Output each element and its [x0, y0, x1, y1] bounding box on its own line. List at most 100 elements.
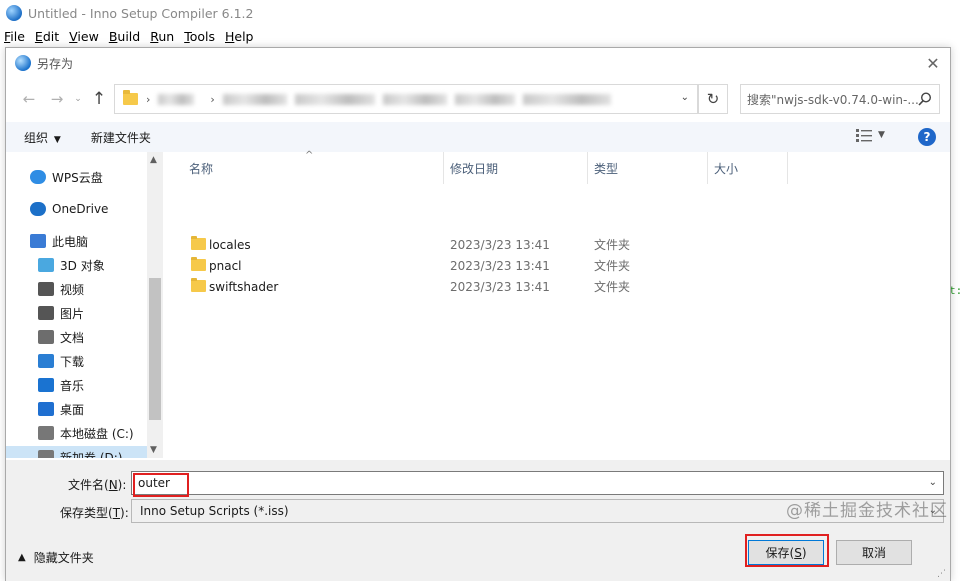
- nav-item-drive-d[interactable]: 新加卷 (D:): [6, 446, 147, 458]
- nav-item-video[interactable]: 视频: [6, 278, 147, 300]
- nav-item-label: 音乐: [60, 378, 85, 393]
- address-dropdown-chevron-icon[interactable]: ⌄: [681, 92, 689, 103]
- filename-label: 文件名(N):: [68, 476, 126, 493]
- nav-item-label: 此电脑: [52, 234, 89, 249]
- app-menubar: File Edit View Build Run Tools Help: [0, 26, 960, 46]
- breadcrumb-segment-redacted[interactable]: [158, 93, 195, 105]
- menu-edit[interactable]: Edit: [35, 29, 59, 44]
- menu-run[interactable]: Run: [150, 29, 174, 44]
- file-row[interactable]: pnacl 2023/3/23 13:41 文件夹: [163, 255, 950, 276]
- download-icon: [38, 354, 54, 368]
- nav-item-label: 图片: [60, 306, 85, 321]
- search-icon[interactable]: [917, 91, 933, 107]
- column-header-type[interactable]: 类型: [594, 160, 618, 177]
- resize-grip-icon[interactable]: ⋰: [937, 569, 946, 579]
- column-header-name[interactable]: 名称: [189, 160, 213, 177]
- column-divider[interactable]: [587, 152, 588, 184]
- breadcrumb-segment-redacted[interactable]: [454, 93, 515, 105]
- nav-item-computer[interactable]: 此电脑: [6, 230, 147, 252]
- music-icon: [38, 378, 54, 392]
- organize-label: 组织: [24, 130, 49, 145]
- back-arrow-icon[interactable]: ←: [20, 88, 38, 110]
- document-icon: [38, 330, 54, 344]
- scroll-down-arrow-icon[interactable]: ▼: [150, 445, 157, 455]
- nav-item-cube-3d[interactable]: 3D 对象: [6, 254, 147, 276]
- nav-item-cloud[interactable]: WPS云盘: [6, 166, 147, 188]
- menu-file[interactable]: File: [4, 29, 25, 44]
- forward-arrow-icon[interactable]: →: [48, 88, 66, 110]
- nav-item-label: 新加卷 (D:): [60, 450, 123, 459]
- filename-label-end: ):: [117, 478, 127, 492]
- cancel-button[interactable]: 取消: [836, 540, 912, 565]
- nav-item-music[interactable]: 音乐: [6, 374, 147, 396]
- cube-3d-icon: [38, 258, 54, 272]
- menu-tools[interactable]: Tools: [184, 29, 215, 44]
- onedrive-icon: [30, 202, 46, 216]
- refresh-button[interactable]: ↻: [698, 84, 728, 114]
- drive-c-icon: [38, 426, 54, 440]
- file-date: 2023/3/23 13:41: [450, 258, 550, 273]
- breadcrumb-separator: ›: [210, 92, 215, 106]
- picture-icon: [38, 306, 54, 320]
- breadcrumb-separator: ›: [146, 92, 151, 106]
- nav-item-document[interactable]: 文档: [6, 326, 147, 348]
- filetype-label-accesskey: T: [112, 506, 121, 520]
- menu-label-rest: un: [158, 28, 175, 44]
- file-name: pnacl: [209, 258, 242, 273]
- nav-item-label: 3D 对象: [60, 258, 105, 273]
- cloud-icon: [30, 170, 46, 184]
- file-list: ^ 名称 修改日期 类型 大小 locales 2023/3/23 13:41 文件…: [163, 150, 950, 458]
- breadcrumb-segment-redacted[interactable]: [522, 93, 611, 105]
- file-type: 文件夹: [594, 280, 631, 294]
- file-row[interactable]: locales 2023/3/23 13:41 文件夹: [163, 234, 950, 255]
- menu-view[interactable]: View: [69, 29, 99, 44]
- menu-help[interactable]: Help: [225, 29, 254, 44]
- nav-scrollbar[interactable]: ▲ ▼: [147, 152, 163, 458]
- menu-label-rest: ools: [189, 28, 215, 44]
- search-placeholder: 搜索"nwjs-sdk-v0.74.0-win-...: [747, 92, 919, 107]
- view-options-button[interactable]: ▼: [856, 128, 885, 142]
- details-view-icon: [856, 129, 872, 142]
- breadcrumb-segment-redacted[interactable]: [294, 93, 375, 105]
- menu-label-rest: dit: [42, 28, 60, 44]
- address-bar[interactable]: › › ⌄: [114, 84, 698, 114]
- menu-build[interactable]: Build: [109, 29, 140, 44]
- folder-icon: [191, 257, 206, 271]
- filename-dropdown-chevron-icon[interactable]: ⌄: [929, 477, 937, 488]
- column-divider[interactable]: [707, 152, 708, 184]
- sort-ascending-icon: ^: [305, 150, 314, 161]
- organize-caret-icon: ▼: [51, 134, 61, 145]
- menu-accesskey: H: [224, 28, 235, 44]
- nav-item-onedrive[interactable]: OneDrive: [6, 198, 147, 220]
- nav-item-download[interactable]: 下载: [6, 350, 147, 372]
- new-folder-button[interactable]: 新建文件夹: [91, 129, 151, 146]
- menu-label-rest: ile: [10, 28, 25, 44]
- column-header-size[interactable]: 大小: [714, 160, 738, 177]
- nav-scrollbar-thumb[interactable]: [149, 278, 161, 420]
- chevron-up-icon: ▲: [18, 552, 26, 563]
- nav-item-drive-c[interactable]: 本地磁盘 (C:): [6, 422, 147, 444]
- nav-item-label: 本地磁盘 (C:): [60, 426, 134, 441]
- hide-folders-toggle[interactable]: ▲ 隐藏文件夹: [18, 549, 94, 566]
- scroll-up-arrow-icon[interactable]: ▲: [150, 155, 157, 165]
- search-input[interactable]: 搜索"nwjs-sdk-v0.74.0-win-...: [740, 84, 940, 114]
- nav-item-label: 视频: [60, 282, 85, 297]
- column-divider[interactable]: [443, 152, 444, 184]
- nav-item-picture[interactable]: 图片: [6, 302, 147, 324]
- recent-locations-chevron-icon[interactable]: ⌄: [69, 88, 87, 110]
- column-divider[interactable]: [787, 152, 788, 184]
- filetype-label: 保存类型(T):: [60, 504, 129, 521]
- column-header-date[interactable]: 修改日期: [450, 160, 498, 177]
- folder-icon: [191, 236, 206, 250]
- filename-field[interactable]: outer ⌄: [131, 471, 944, 495]
- organize-button[interactable]: 组织 ▼: [24, 129, 61, 146]
- close-button[interactable]: ✕: [922, 52, 944, 74]
- menu-accesskey: E: [34, 28, 43, 44]
- file-type: 文件夹: [594, 238, 631, 252]
- up-arrow-icon[interactable]: ↑: [90, 88, 108, 110]
- breadcrumb-segment-redacted[interactable]: [222, 93, 287, 105]
- breadcrumb-segment-redacted[interactable]: [382, 93, 447, 105]
- file-row[interactable]: swiftshader 2023/3/23 13:41 文件夹: [163, 276, 950, 297]
- help-button[interactable]: ?: [918, 128, 936, 146]
- nav-item-desktop[interactable]: 桌面: [6, 398, 147, 420]
